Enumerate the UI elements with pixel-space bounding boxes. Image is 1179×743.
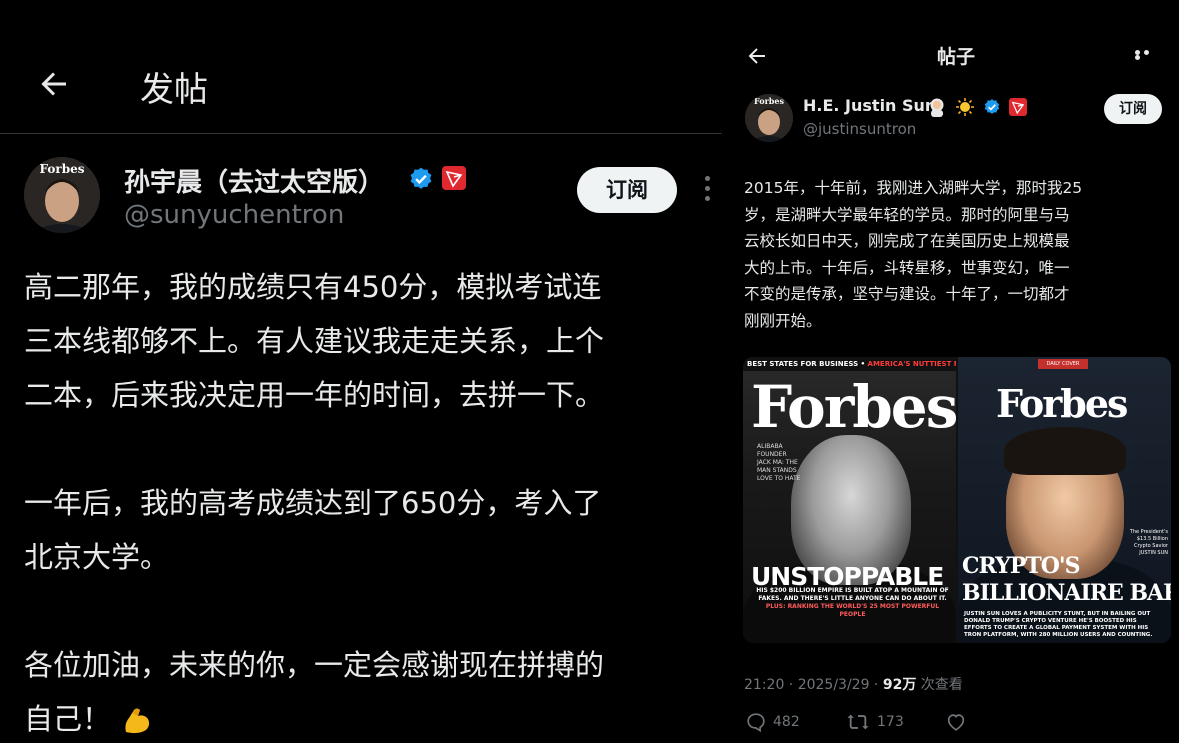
post-line: 大的上市。十年后，斗转星移，世事变幻，唯一 bbox=[744, 258, 1070, 277]
cover-masthead: Forbes bbox=[996, 381, 1128, 426]
subscribe-button[interactable]: 订阅 bbox=[1104, 94, 1162, 124]
cover-badge: DAILY COVER bbox=[1038, 359, 1088, 369]
post-line: 2015年，十年前，我刚进入湖畔大学，那时我25 bbox=[744, 179, 1083, 197]
left-post-panel: 发帖 Forbes 孙宇晨（去过太空版） @sunyuchentron 订阅 高… bbox=[0, 0, 722, 743]
avatar[interactable]: Forbes bbox=[24, 157, 100, 233]
post-body: 2015年，十年前，我刚进入湖畔大学，那时我25 岁，是湖畔大学最年轻的学员。那… bbox=[744, 175, 1169, 334]
cover-headline-line2: BILLIONAIRE BARKER bbox=[962, 580, 1171, 606]
post-body: 高二那年，我的成绩只有450分，模拟考试连 三本线都够不上。有人建议我走走关系，… bbox=[24, 260, 714, 743]
avatar-forbes-text: Forbes bbox=[40, 162, 85, 176]
view-count[interactable]: 92万 bbox=[883, 677, 916, 693]
right-post-panel: 帖子 Forbes H.E. Justin Sun @justinsuntron bbox=[737, 34, 1179, 743]
author-name[interactable]: H.E. Justin Sun bbox=[803, 96, 936, 115]
post-line: 三本线都够不上。有人建议我走走关系，上个 bbox=[24, 324, 605, 358]
sun-emoji bbox=[956, 97, 975, 116]
cover-topline: BEST STATES FOR BUSINESS • AMERICA'S NUT… bbox=[743, 357, 956, 371]
like-icon bbox=[947, 714, 965, 731]
cover-headline-line1: CRYPTO'S bbox=[962, 553, 1081, 579]
left-header: 发帖 bbox=[0, 38, 722, 134]
post-time: 21:20 · 2025/3/29 · bbox=[744, 677, 883, 693]
repost-icon bbox=[847, 714, 869, 730]
more-horizontal-icon[interactable] bbox=[1135, 50, 1161, 60]
cover-portrait-hair bbox=[1004, 427, 1126, 475]
post-line: 岁，是湖畔大学最年轻的学员。那时的阿里与马 bbox=[744, 205, 1070, 224]
page-title: 发帖 bbox=[140, 70, 208, 110]
cover-subline-red: PLUS: RANKING THE WORLD'S 25 MOST POWERF… bbox=[765, 603, 940, 618]
cover-side-text: ALIBABA FOUNDER JACK MA: THE MAN STANDS … bbox=[757, 443, 801, 482]
author-name[interactable]: 孙宇晨（去过太空版） bbox=[124, 162, 384, 199]
post-line: 刚刚开始。 bbox=[744, 311, 822, 330]
flexed-biceps-emoji bbox=[125, 708, 150, 734]
author-badges bbox=[927, 96, 1030, 117]
cover-subline: JUSTIN SUN LOVES A PUBLICITY STUNT, BUT … bbox=[964, 611, 1153, 638]
avatar[interactable]: Forbes bbox=[745, 94, 793, 142]
reply-count: 482 bbox=[773, 714, 800, 730]
avatar-forbes-text: Forbes bbox=[754, 96, 784, 106]
post-line: 一年后，我的高考成绩达到了650分，考入了 bbox=[24, 486, 602, 520]
post-line: 北京大学。 bbox=[24, 540, 170, 574]
post-line: 云校长如日中天，刚完成了在美国历史上规模最 bbox=[744, 232, 1070, 250]
more-vertical-icon[interactable] bbox=[700, 176, 714, 206]
cover-subline-text: HIS $200 BILLION EMPIRE IS BUILT ATOP A … bbox=[756, 587, 949, 602]
author-handle[interactable]: @justinsuntron bbox=[803, 120, 916, 138]
repost-count: 173 bbox=[877, 714, 904, 730]
verified-badge-icon bbox=[410, 167, 432, 189]
post-media[interactable]: BEST STATES FOR BUSINESS • AMERICA'S NUT… bbox=[743, 357, 1171, 643]
post-line: 各位加油，未来的你，一定会感谢现在拼搏的 bbox=[24, 648, 605, 682]
cover-headline: CRYPTO'S BILLIONAIRE BARKER bbox=[962, 553, 1171, 607]
astronaut-emoji bbox=[930, 98, 944, 117]
reply-icon bbox=[747, 713, 765, 733]
verified-badge-icon bbox=[984, 98, 1000, 114]
back-arrow-icon[interactable] bbox=[745, 44, 769, 68]
forbes-cover-justin-sun[interactable]: DAILY COVER Forbes The President's $13.5… bbox=[958, 357, 1171, 643]
post-line: 高二那年，我的成绩只有450分，模拟考试连 bbox=[24, 270, 602, 304]
like-button[interactable] bbox=[945, 710, 973, 734]
avatar-image: Forbes bbox=[24, 157, 100, 233]
post-meta: 21:20 · 2025/3/29 · 92万 次查看 bbox=[744, 674, 963, 694]
cover-subline: HIS $200 BILLION EMPIRE IS BUILT ATOP A … bbox=[755, 587, 950, 619]
post-line-last: 自己！ bbox=[24, 692, 714, 743]
cover-masthead: Forbes bbox=[751, 373, 956, 441]
post-line: 二本，后来我决定用一年的时间，去拼一下。 bbox=[24, 378, 605, 412]
action-bar: 482 173 bbox=[745, 710, 1175, 734]
tron-logo-icon bbox=[1009, 97, 1028, 116]
avatar-image: Forbes bbox=[745, 94, 793, 142]
cover-topline-red: AMERICA'S NUTTIEST POWER COUPLE bbox=[867, 360, 956, 368]
forbes-cover-jack-ma[interactable]: BEST STATES FOR BUSINESS • AMERICA'S NUT… bbox=[743, 357, 956, 643]
back-arrow-icon[interactable] bbox=[36, 66, 72, 102]
subscribe-button[interactable]: 订阅 bbox=[577, 167, 677, 213]
view-label: 次查看 bbox=[916, 677, 963, 693]
repost-button[interactable]: 173 bbox=[845, 710, 904, 734]
cover-topline-white: BEST STATES FOR BUSINESS • bbox=[747, 360, 868, 368]
author-handle[interactable]: @sunyuchentron bbox=[124, 200, 344, 230]
tron-logo-icon bbox=[442, 166, 466, 190]
post-line: 不变的是传承，坚守与建设。十年了，一切都才 bbox=[744, 285, 1070, 303]
reply-button[interactable]: 482 bbox=[745, 710, 800, 734]
post-line-text: 自己！ bbox=[24, 702, 112, 736]
page-title: 帖子 bbox=[937, 46, 976, 68]
